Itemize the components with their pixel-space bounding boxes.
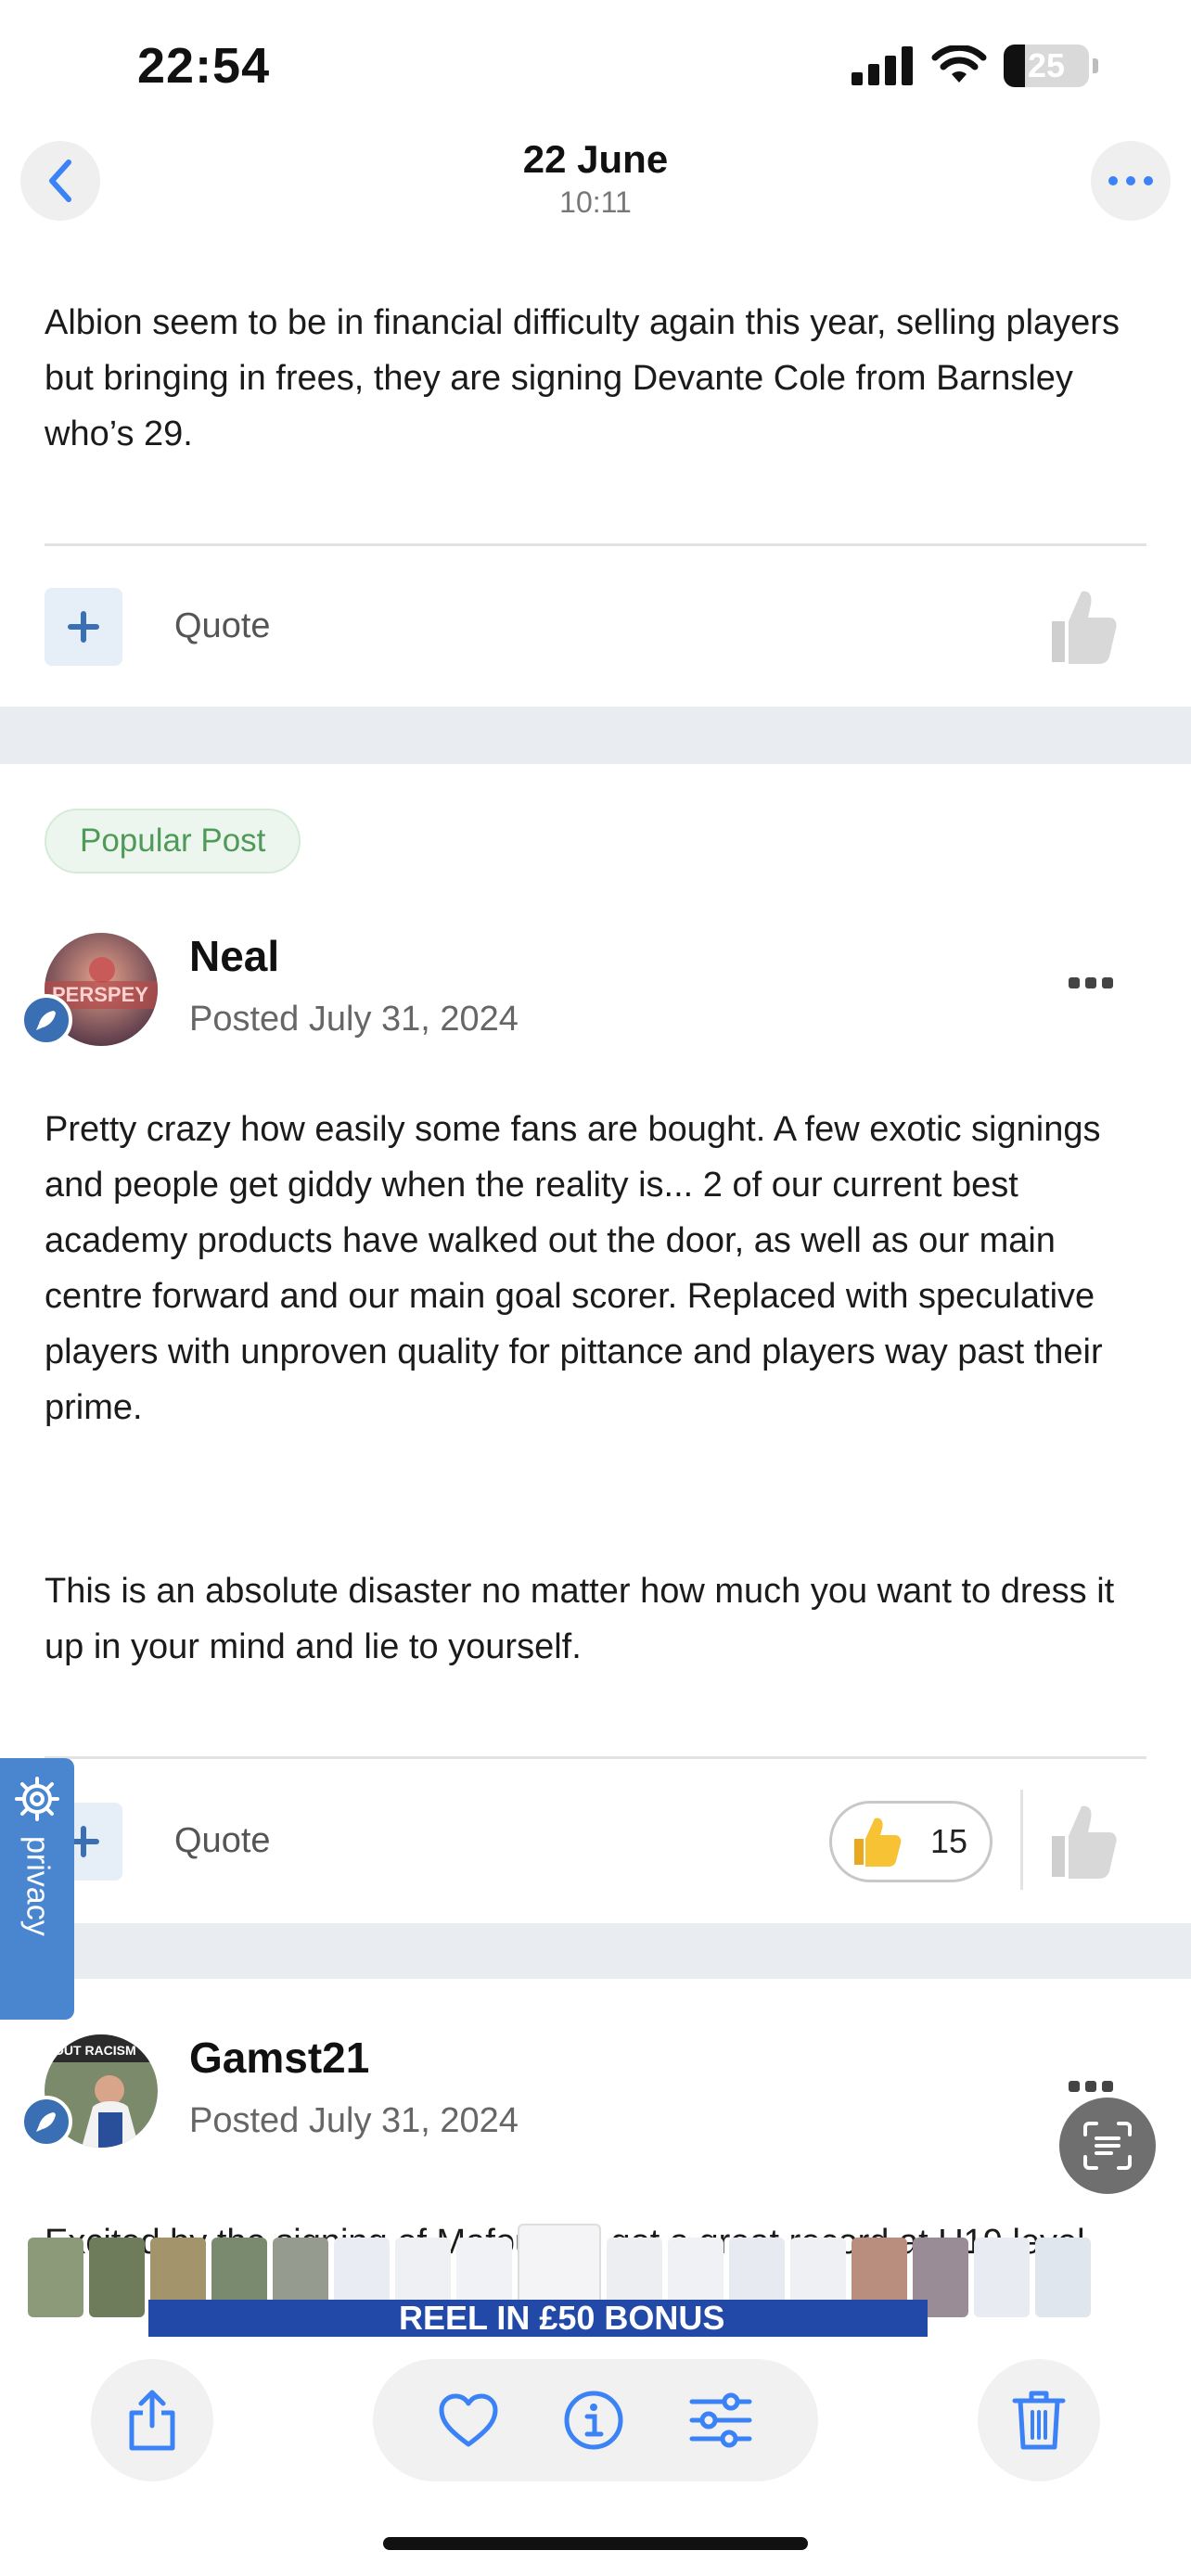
gear-icon <box>15 1777 59 1821</box>
post-separator <box>0 1923 1191 1979</box>
privacy-label: privacy <box>19 1836 56 1936</box>
post-body-paragraph-1: Pretty crazy how easily some fans are bo… <box>45 1110 1103 1427</box>
post-body-paragraph-2: This is an absolute disaster no matter h… <box>45 1572 1115 1666</box>
nav-bar: 22 June 10:11 <box>0 130 1191 232</box>
post-options-button[interactable] <box>1069 2081 1113 2092</box>
privacy-tab[interactable]: privacy <box>0 1758 74 2020</box>
thumbnail[interactable] <box>89 2238 145 2317</box>
post-divider <box>45 543 1146 546</box>
thumbs-up-emoji-icon <box>854 1817 902 1867</box>
post-divider <box>45 1756 1146 1759</box>
post-author[interactable]: Gamst21 <box>189 2033 369 2083</box>
rocket-icon <box>36 2112 56 2132</box>
delete-button[interactable] <box>978 2359 1100 2481</box>
action-group <box>373 2359 818 2481</box>
status-time: 22:54 <box>137 38 271 94</box>
post-author[interactable]: Neal <box>189 931 279 981</box>
battery-icon: 25 <box>1004 45 1089 87</box>
rank-badge <box>20 994 72 1046</box>
share-button[interactable] <box>91 2359 213 2481</box>
thumbs-up-icon[interactable] <box>1044 584 1119 668</box>
reaction-count-button[interactable]: 15 <box>829 1801 992 1882</box>
more-button[interactable] <box>1091 141 1171 221</box>
home-indicator <box>383 2537 808 2550</box>
wifi-icon <box>931 45 987 83</box>
popular-post-badge: Popular Post <box>45 809 301 874</box>
thumbnail[interactable] <box>1035 2238 1091 2317</box>
post-body: Albion seem to be in financial difficult… <box>45 303 1120 453</box>
thumbs-up-icon[interactable] <box>1044 1799 1119 1882</box>
battery-tip <box>1093 58 1098 73</box>
status-bar: 22:54 25 <box>0 0 1191 130</box>
text-scan-icon <box>1083 2122 1132 2170</box>
reaction-separator <box>1020 1790 1023 1890</box>
cellular-signal-icon <box>852 46 913 85</box>
info-icon[interactable] <box>563 2390 624 2451</box>
multiquote-button[interactable] <box>45 588 122 666</box>
status-icons: 25 <box>852 45 1098 87</box>
thumbnail[interactable] <box>974 2238 1030 2317</box>
heart-icon[interactable] <box>438 2392 499 2448</box>
post-date[interactable]: Posted July 31, 2024 <box>189 1000 519 1039</box>
rocket-icon <box>36 1011 56 1030</box>
battery-level: 25 <box>1027 46 1066 84</box>
nav-subtitle: 10:11 <box>559 185 632 219</box>
ad-banner[interactable]: REEL IN £50 BONUS <box>148 2300 928 2337</box>
sliders-icon[interactable] <box>688 2392 753 2448</box>
avatar-lettering: OUT RACISM <box>54 2043 136 2058</box>
quote-button[interactable]: Quote <box>174 606 271 646</box>
reaction-count: 15 <box>930 1822 968 1860</box>
post-separator <box>0 707 1191 764</box>
plus-icon <box>68 611 99 643</box>
live-text-button[interactable] <box>1059 2098 1156 2194</box>
post-options-button[interactable] <box>1069 977 1113 988</box>
nav-title: 22 June <box>522 137 669 181</box>
ellipsis-icon <box>1108 176 1153 185</box>
thumbnail[interactable] <box>28 2238 83 2317</box>
trash-icon <box>1012 2391 1066 2450</box>
post-date[interactable]: Posted July 31, 2024 <box>189 2101 519 2141</box>
rank-badge <box>20 2096 72 2148</box>
quote-button[interactable]: Quote <box>174 1821 271 1861</box>
share-icon <box>129 2390 175 2451</box>
